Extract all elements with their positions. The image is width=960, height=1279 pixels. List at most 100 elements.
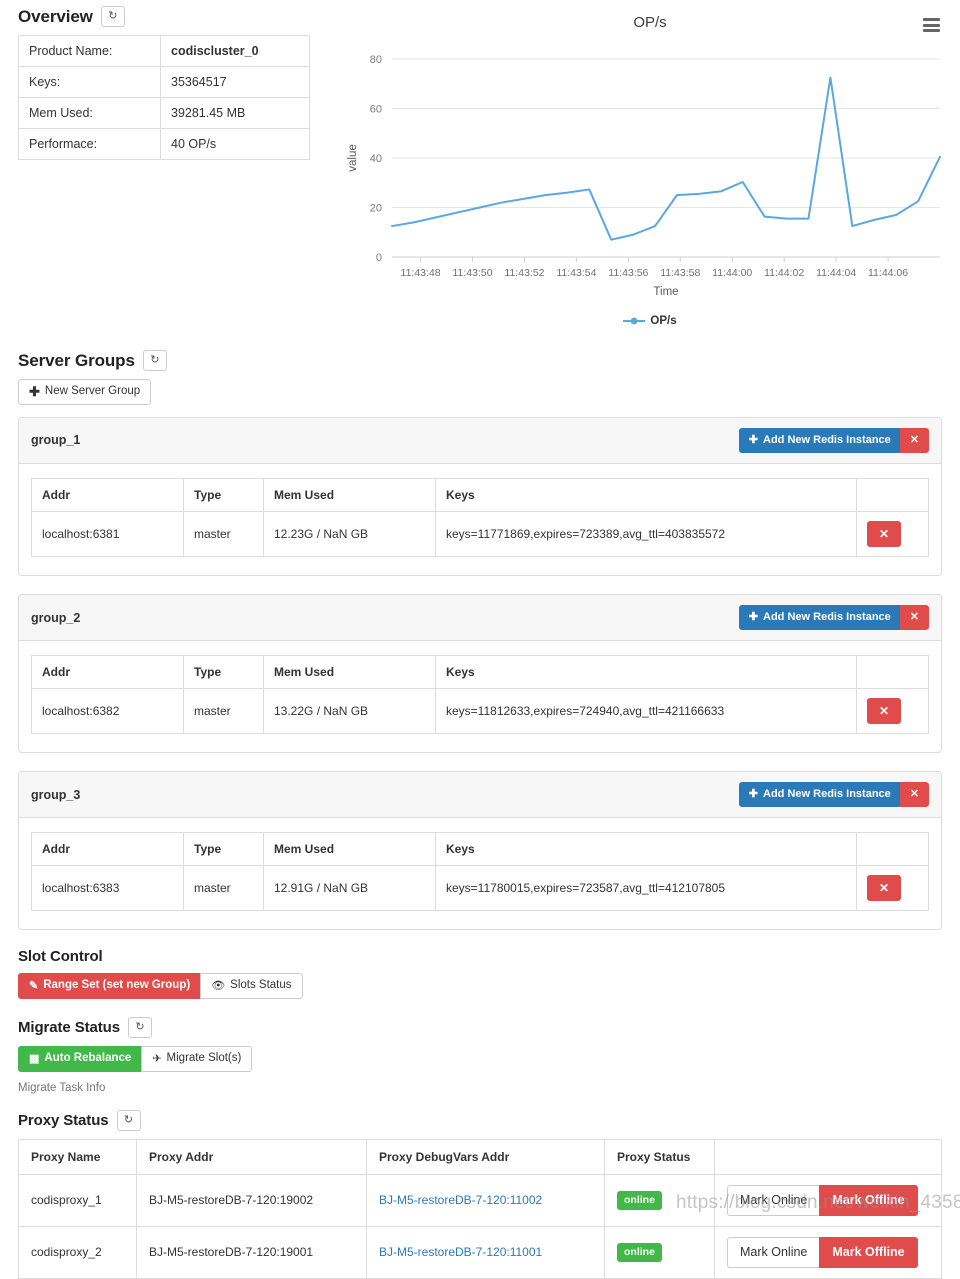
plus-icon: ✚ [749,612,758,623]
svg-text:40: 40 [370,153,382,165]
add-redis-instance-label: Add New Redis Instance [763,434,891,447]
new-server-group-button[interactable]: ✚ New Server Group [18,379,151,405]
server-group-panel: group_2 ✚ Add New Redis Instance ✕ Addr [18,594,942,753]
mark-online-button[interactable]: Mark Online [727,1237,820,1268]
overview-value: 40 OP/s [161,129,310,160]
legend-label: OP/s [650,315,676,327]
table-header-row: Proxy Name Proxy Addr Proxy DebugVars Ad… [19,1139,942,1174]
auto-rebalance-label: Auto Rebalance [44,1052,131,1066]
server-groups-refresh-button[interactable]: ↻ [143,350,167,371]
column-header-proxy-debugvars-addr: Proxy DebugVars Addr [367,1139,605,1174]
remove-server-button[interactable]: ✕ [867,875,901,901]
add-redis-instance-button[interactable]: ✚ Add New Redis Instance [739,605,901,630]
overview-refresh-button[interactable]: ↻ [101,6,125,27]
overview-value: codiscluster_0 [161,36,310,67]
server-keys: keys=11771869,expires=723389,avg_ttl=403… [436,511,857,556]
table-row: codisproxy_2 BJ-M5-restoreDB-7-120:19001… [19,1226,942,1278]
add-redis-instance-button[interactable]: ✚ Add New Redis Instance [739,428,901,453]
refresh-icon: ↻ [150,355,159,366]
server-table: Addr Type Mem Used Keys localhost:6382 m… [31,655,929,734]
mark-offline-button[interactable]: Mark Offline [819,1185,917,1216]
column-header-type: Type [184,656,264,689]
mark-online-button[interactable]: Mark Online [727,1185,820,1216]
server-group-body: Addr Type Mem Used Keys localhost:6383 m… [19,818,941,929]
server-addr: localhost:6381 [32,511,184,556]
proxy-status-cell: online [605,1226,715,1278]
mark-offline-button[interactable]: Mark Offline [819,1237,917,1268]
column-header-proxy-addr: Proxy Addr [137,1139,367,1174]
proxy-status-table: Proxy Name Proxy Addr Proxy DebugVars Ad… [18,1139,942,1279]
ops-chart-panel: OP/s 020406080value11:43:4811:43:5011:43… [340,6,960,326]
column-header-proxy-name: Proxy Name [19,1139,137,1174]
proxy-debugvars-cell: BJ-M5-restoreDB-7-120:11001 [367,1226,605,1278]
proxy-status-header: Proxy Status ↻ [18,1110,942,1131]
remove-server-button[interactable]: ✕ [867,698,901,724]
auto-rebalance-button[interactable]: ▦ Auto Rebalance [18,1046,142,1072]
overview-label: Product Name: [19,36,161,67]
server-type: master [184,689,264,734]
refresh-icon: ↻ [124,1115,133,1126]
table-row: localhost:6382 master 13.22G / NaN GB ke… [32,689,929,734]
table-row: codisproxy_1 BJ-M5-restoreDB-7-120:19002… [19,1174,942,1226]
grid-icon: ▦ [29,1054,39,1065]
proxy-status-refresh-button[interactable]: ↻ [117,1110,141,1131]
svg-text:0: 0 [376,252,382,264]
proxy-name: codisproxy_2 [19,1226,137,1278]
column-header-addr: Addr [32,478,184,511]
migrate-slots-label: Migrate Slot(s) [167,1052,242,1066]
column-header-keys: Keys [436,656,857,689]
server-table: Addr Type Mem Used Keys localhost:6383 m… [31,832,929,911]
delete-group-button[interactable]: ✕ [900,782,929,807]
proxy-action-buttons: Mark Online Mark Offline [727,1185,929,1216]
table-header-row: Addr Type Mem Used Keys [32,833,929,866]
svg-text:11:43:54: 11:43:54 [556,267,596,279]
slot-control-header: Slot Control [18,948,942,965]
server-group-actions: ✚ Add New Redis Instance ✕ [739,782,929,807]
chart-menu-icon[interactable] [923,18,940,32]
plus-icon: ✚ [29,385,40,398]
delete-group-button[interactable]: ✕ [900,428,929,453]
proxy-actions-cell: Mark Online Mark Offline [715,1226,942,1278]
proxy-status-section: Proxy Status ↻ Proxy Name Proxy Addr Pro… [0,1110,960,1279]
column-header-proxy-actions [715,1139,942,1174]
column-header-addr: Addr [32,833,184,866]
column-header-keys: Keys [436,478,857,511]
slot-control-section: Slot Control ✎ Range Set (set new Group)… [0,948,960,999]
migrate-status-title: Migrate Status [18,1019,120,1036]
server-group-name: group_2 [31,611,80,625]
overview-label: Keys: [19,67,161,98]
column-header-keys: Keys [436,833,857,866]
server-groups-title: Server Groups [18,351,135,371]
server-group-header: group_2 ✚ Add New Redis Instance ✕ [19,595,941,641]
table-row: Keys: 35364517 [19,67,310,98]
overview-table: Product Name: codiscluster_0 Keys: 35364… [18,35,310,160]
overview-value: 39281.45 MB [161,98,310,129]
add-redis-instance-button[interactable]: ✚ Add New Redis Instance [739,782,901,807]
slots-status-label: Slots Status [230,979,291,993]
slots-status-button[interactable]: 👁 Slots Status [200,973,302,999]
svg-text:11:44:02: 11:44:02 [764,267,804,279]
delete-group-button[interactable]: ✕ [900,605,929,630]
chart-title: OP/s [340,6,960,31]
proxy-name: codisproxy_1 [19,1174,137,1226]
server-group-panel: group_1 ✚ Add New Redis Instance ✕ Addr [18,417,942,576]
range-set-button[interactable]: ✎ Range Set (set new Group) [18,973,201,999]
remove-server-button[interactable]: ✕ [867,521,901,547]
server-keys: keys=11812633,expires=724940,avg_ttl=421… [436,689,857,734]
migrate-status-refresh-button[interactable]: ↻ [128,1017,152,1038]
server-group-name: group_1 [31,433,80,447]
proxy-debugvars-link[interactable]: BJ-M5-restoreDB-7-120:11001 [379,1245,542,1259]
svg-text:value: value [347,144,359,172]
proxy-debugvars-link[interactable]: BJ-M5-restoreDB-7-120:11002 [379,1193,542,1207]
svg-text:20: 20 [370,203,382,215]
proxy-debugvars-cell: BJ-M5-restoreDB-7-120:11002 [367,1174,605,1226]
refresh-icon: ↻ [135,1022,144,1033]
svg-text:11:43:50: 11:43:50 [452,267,492,279]
top-section: Overview ↻ Product Name: codiscluster_0 … [0,0,960,326]
eye-icon: 👁 [211,981,225,992]
range-set-label: Range Set (set new Group) [43,979,190,993]
migrate-task-info-label: Migrate Task Info [18,1082,942,1094]
status-badge: online [617,1191,662,1210]
migrate-slots-button[interactable]: ✈ Migrate Slot(s) [141,1046,252,1072]
server-type: master [184,511,264,556]
